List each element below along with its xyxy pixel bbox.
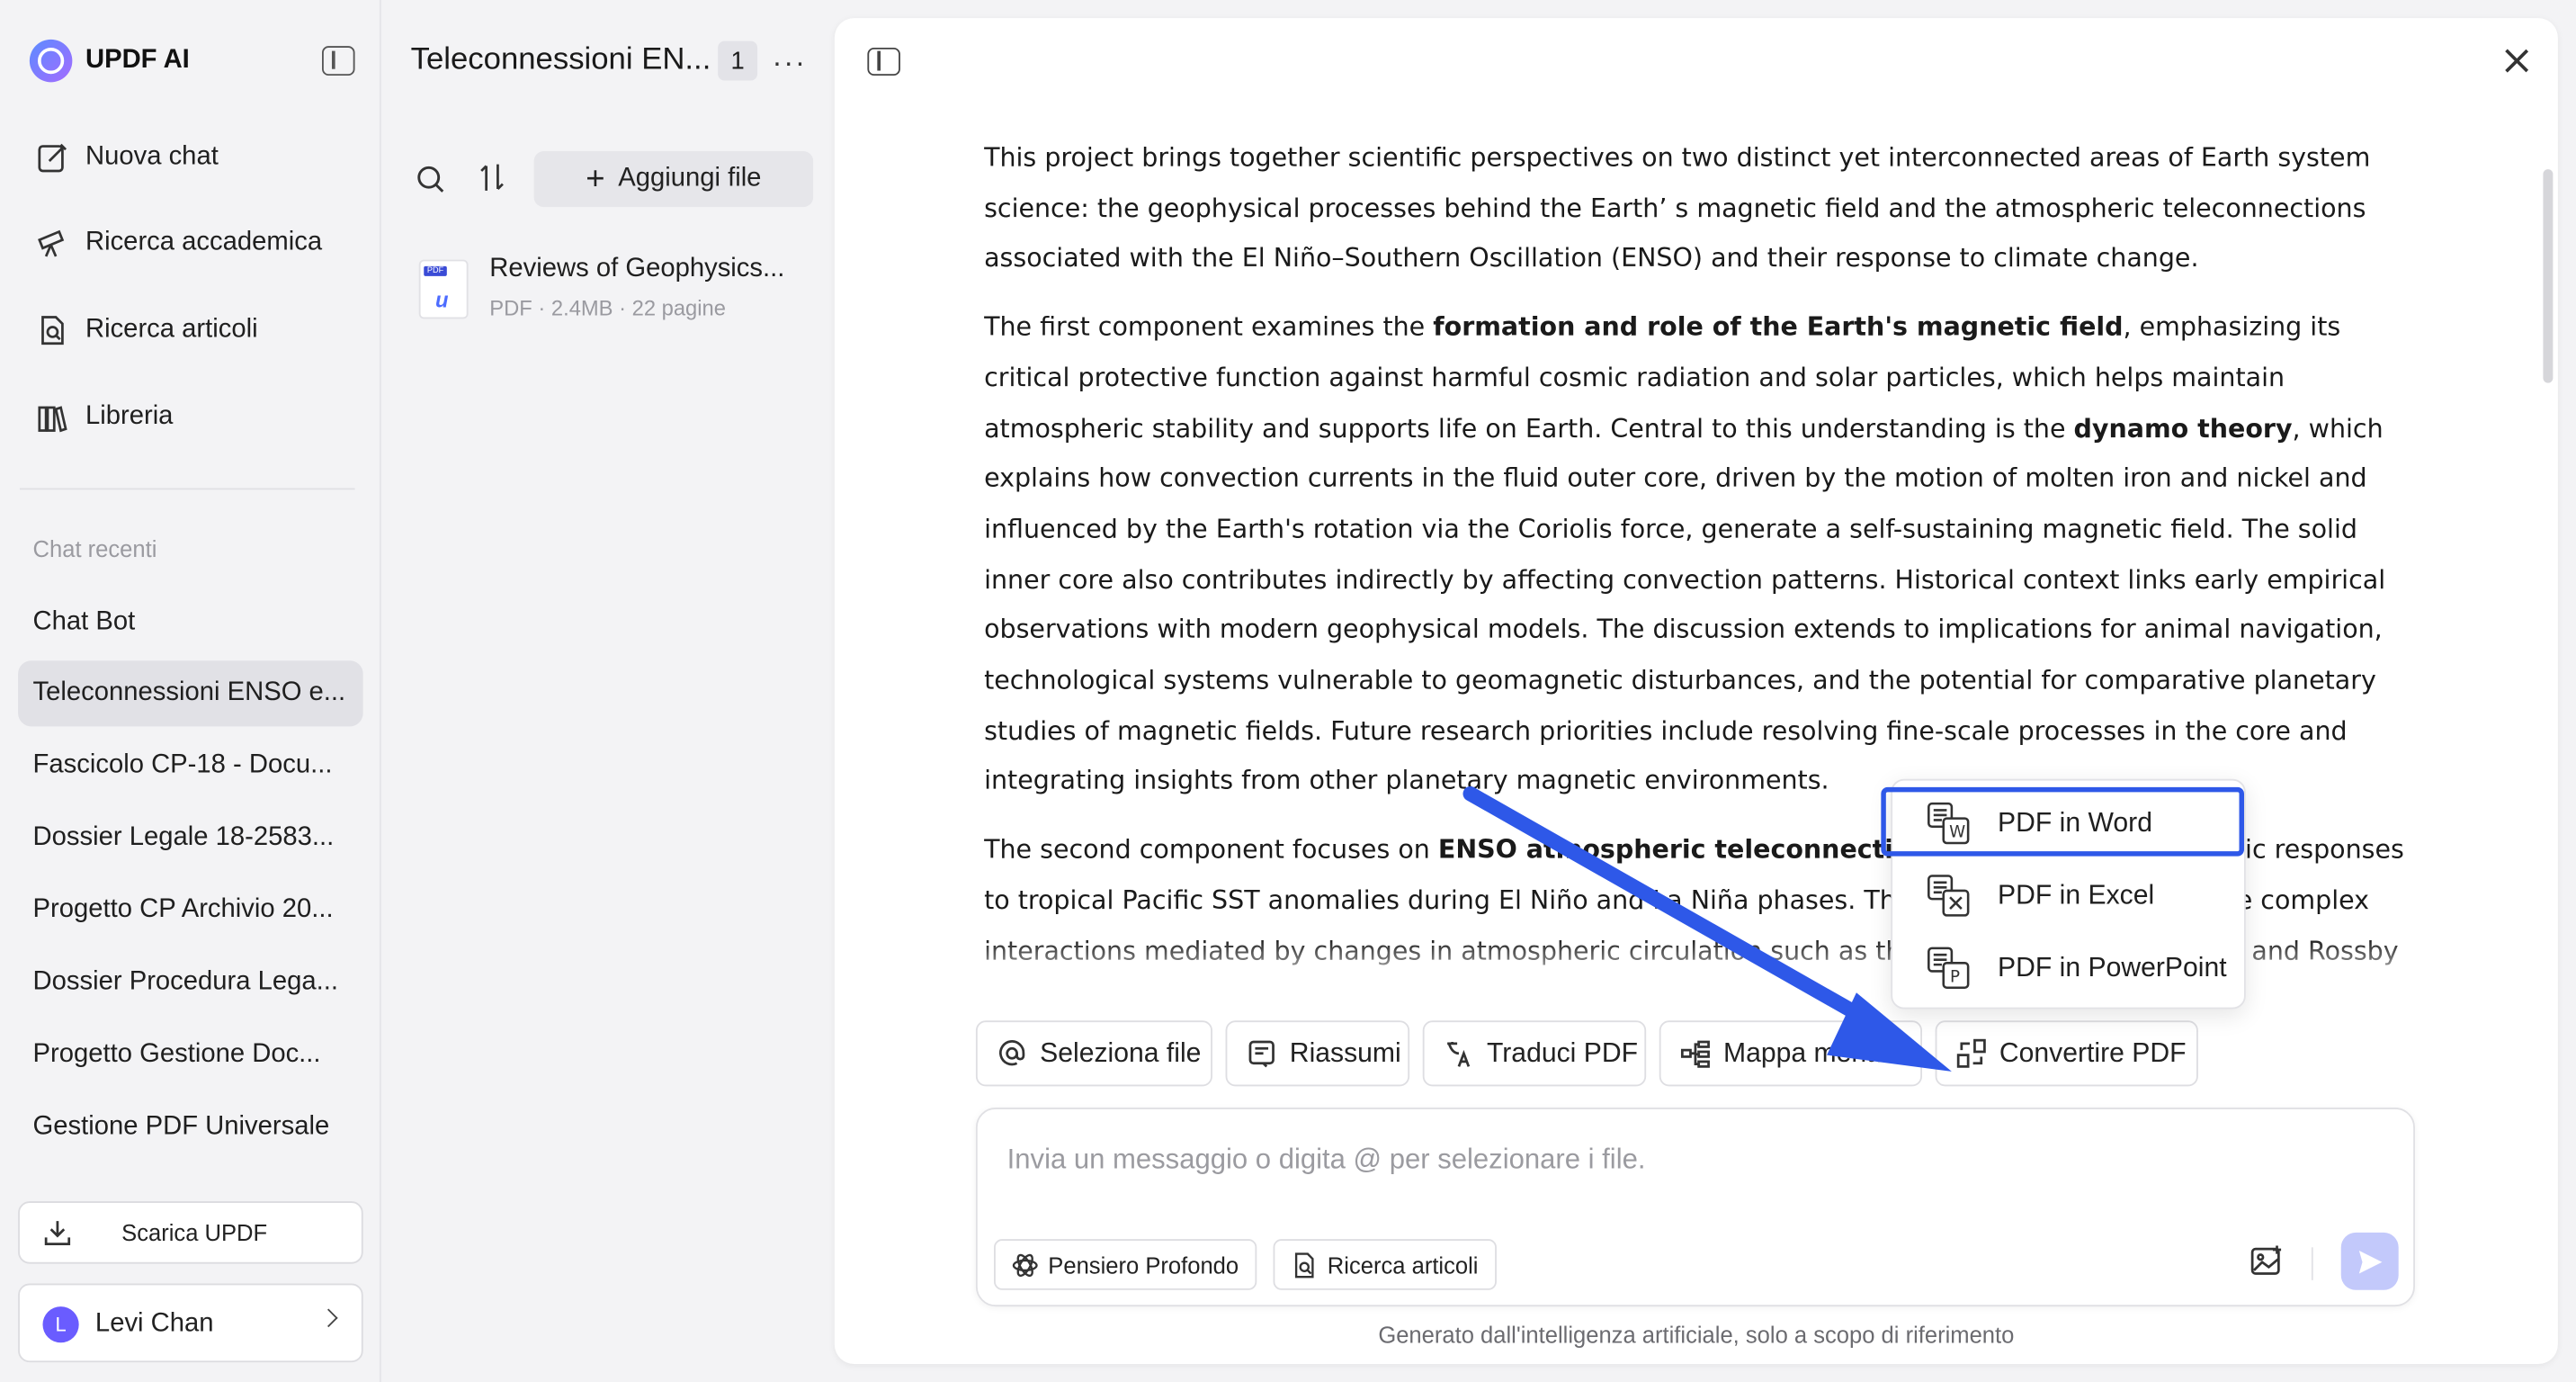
updf-logo-icon xyxy=(29,39,73,83)
recent-chat-item[interactable]: Fascicolo CP-18 - Docu... xyxy=(18,733,363,799)
convert-icon xyxy=(1956,1038,1986,1068)
edit-icon xyxy=(36,141,69,175)
recent-chat-item[interactable]: Progetto Gestione Doc... xyxy=(18,1022,363,1088)
message-input-box[interactable]: Invia un messaggio o digita @ per selezi… xyxy=(975,1108,2415,1307)
sidebar: UPDF AI Nuova chat Ricerca accademica Ri… xyxy=(0,0,381,1382)
nav-article-search[interactable]: Ricerca articoli xyxy=(36,314,258,347)
select-file-chip[interactable]: Seleziona file xyxy=(975,1020,1212,1087)
annotation-highlight xyxy=(1881,786,2244,857)
nav-label: Ricerca accademica xyxy=(85,228,323,256)
powerpoint-convert-icon: P xyxy=(1928,947,1970,990)
download-updf-button[interactable]: Scarica UPDF xyxy=(18,1201,363,1264)
nav-label: Nuova chat xyxy=(85,142,219,171)
article-search-toggle[interactable]: Ricerca articoli xyxy=(1273,1239,1497,1290)
nav-academic-search[interactable]: Ricerca accademica xyxy=(36,227,322,260)
doc-search-icon xyxy=(1294,1252,1314,1278)
add-file-label: Aggiungi file xyxy=(618,164,762,193)
send-button[interactable] xyxy=(2340,1232,2399,1290)
translate-pdf-chip[interactable]: Traduci PDF xyxy=(1422,1020,1647,1087)
chat-title: Teleconnessioni EN... xyxy=(410,42,711,77)
file-meta: PDF · 2.4MB · 22 pagine xyxy=(489,295,726,321)
separator xyxy=(2311,1247,2313,1280)
nav-label: Libreria xyxy=(85,402,174,431)
excel-convert-icon xyxy=(1928,875,1970,917)
summary-icon xyxy=(1247,1038,1276,1068)
menu-item-pdf-to-excel[interactable]: PDF in Excel xyxy=(1926,866,2154,926)
mind-map-chip[interactable]: Mappa mentale xyxy=(1659,1020,1923,1087)
brand[interactable]: UPDF AI xyxy=(29,39,190,83)
nav-new-chat[interactable]: Nuova chat xyxy=(36,141,219,175)
response-paragraph: The first component examines the formati… xyxy=(984,312,2386,796)
user-name: Levi Chan xyxy=(94,1309,214,1338)
avatar: L xyxy=(42,1306,79,1343)
telescope-icon xyxy=(36,227,69,260)
chevron-right-icon xyxy=(318,1308,338,1328)
doc-search-icon xyxy=(36,314,69,347)
image-upload-icon[interactable] xyxy=(2249,1244,2285,1278)
chat-main: This project brings together scientific … xyxy=(834,18,2558,1364)
sidebar-divider xyxy=(19,488,355,490)
recent-chats-label: Chat recenti xyxy=(32,535,157,562)
toggle-file-panel-icon[interactable] xyxy=(867,47,900,76)
recent-chat-item[interactable]: Dossier Legale 18-2583... xyxy=(18,805,363,871)
translate-icon xyxy=(1444,1038,1473,1068)
svg-text:P: P xyxy=(1950,967,1960,986)
library-icon xyxy=(36,401,69,435)
mindmap-icon xyxy=(1680,1038,1711,1068)
nav-label: Ricerca articoli xyxy=(85,315,258,344)
send-icon xyxy=(2357,1250,2382,1273)
recent-chat-item-active[interactable]: Teleconnessioni ENSO e... xyxy=(18,660,363,727)
disclaimer: Generato dall'intelligenza artificiale, … xyxy=(1378,1321,2015,1348)
sort-icon[interactable] xyxy=(479,161,508,194)
recent-chat-item[interactable]: Chat Bot xyxy=(18,590,363,656)
at-icon xyxy=(997,1038,1027,1068)
download-icon xyxy=(42,1217,72,1247)
close-icon[interactable] xyxy=(2500,44,2534,77)
more-options-icon[interactable]: ··· xyxy=(772,46,806,80)
user-profile-button[interactable]: L Levi Chan xyxy=(18,1283,363,1363)
recent-chat-item[interactable]: Gestione PDF Universale xyxy=(18,1094,363,1160)
response-paragraph: This project brings together scientific … xyxy=(984,142,2371,274)
file-count-badge: 1 xyxy=(718,40,758,81)
convert-pdf-chip[interactable]: Convertire PDF xyxy=(1935,1020,2198,1087)
plus-icon: + xyxy=(586,160,605,198)
download-label: Scarica UPDF xyxy=(121,1219,268,1246)
add-file-button[interactable]: + Aggiungi file xyxy=(533,151,814,208)
recent-chat-item[interactable]: Dossier Procedura Lega... xyxy=(18,950,363,1016)
message-input[interactable]: Invia un messaggio o digita @ per selezi… xyxy=(1007,1144,1646,1177)
search-icon[interactable] xyxy=(416,165,445,194)
recent-chat-item[interactable]: Progetto CP Archivio 20... xyxy=(18,877,363,943)
brand-name: UPDF AI xyxy=(85,46,190,75)
pdf-file-icon: PDF u xyxy=(418,259,469,319)
file-list-item[interactable]: PDF u Reviews of Geophysics... PDF · 2.4… xyxy=(418,250,813,332)
deep-think-toggle[interactable]: Pensiero Profondo xyxy=(994,1239,1257,1290)
file-panel: Teleconnessioni EN... 1 ··· + Aggiungi f… xyxy=(382,0,835,1382)
nav-library[interactable]: Libreria xyxy=(36,401,173,435)
menu-item-pdf-to-powerpoint[interactable]: P PDF in PowerPoint xyxy=(1926,938,2227,998)
collapse-sidebar-icon[interactable] xyxy=(321,46,355,76)
scrollbar[interactable] xyxy=(2543,169,2554,383)
atom-icon xyxy=(1012,1252,1038,1277)
summarize-chip[interactable]: Riassumi xyxy=(1225,1020,1410,1087)
file-name: Reviews of Geophysics... xyxy=(489,255,785,283)
